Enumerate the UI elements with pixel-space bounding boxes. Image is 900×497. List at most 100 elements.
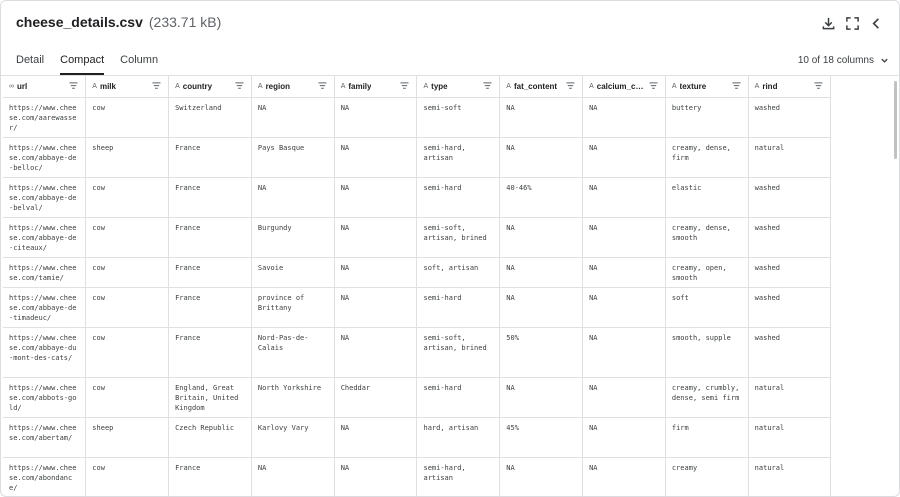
table-cell: 50% [499,327,584,378]
tab-compact[interactable]: Compact [60,47,105,75]
table-cell: Cheddar [334,377,418,418]
table-cell: natural [748,377,832,418]
column-type-icon: ∞ [9,82,14,90]
file-size: (233.71 kB) [148,14,222,30]
table-cell: NA [334,137,418,178]
table-cell: washed [748,177,832,218]
table-cell: NA [582,257,666,288]
table-cell: cow [85,257,170,288]
sort-icon[interactable] [814,82,824,90]
table-cell: NA [499,457,584,496]
column-type-icon: A [589,82,594,90]
table-cell: NA [251,97,335,138]
column-header[interactable]: Atype [416,76,501,98]
column-header[interactable]: Amilk [85,76,170,98]
column-header[interactable]: Afat_content [499,76,584,98]
column-header[interactable]: Acountry [168,76,252,98]
column-header[interactable]: Afamily [334,76,418,98]
table-row: https://www.cheese.com/abbaye-du-mont-de… [3,327,832,378]
table-cell: https://www.cheese.com/tamie/ [3,257,87,288]
table-cell: NA [582,137,666,178]
table-cell: NA [334,257,418,288]
table-cell: washed [748,97,832,138]
column-count-label: 10 of 18 columns [797,55,874,66]
column-header[interactable]: Arind [748,76,832,98]
sort-icon[interactable] [649,82,658,90]
table-cell: NA [582,327,666,378]
table-cell: https://www.cheese.com/abondance/ [3,457,87,496]
table-cell: semi-hard [416,287,501,328]
data-table: ∞ url Amilk Acountry Aregion Afamily Atype Afat… [3,76,832,496]
column-count-selector[interactable]: 10 of 18 columns [798,55,889,66]
table-cell: creamy [665,457,749,496]
sort-icon[interactable] [566,82,575,90]
table-cell: smooth, supple [665,327,749,378]
table-cell: NA [499,377,584,418]
sort-icon[interactable] [318,82,327,90]
table-cell: France [168,217,252,258]
table-cell: France [168,287,252,328]
column-type-icon: A [754,82,760,90]
table-cell: washed [748,257,832,288]
table-cell: https://www.cheese.com/abbaye-de-belval/ [3,177,87,218]
tab-detail[interactable]: Detail [16,47,44,75]
table-row: https://www.cheese.com/abertam/sheep Czec… [3,417,832,458]
column-type-icon: A [423,82,429,90]
table-cell: 40-46% [499,177,584,218]
download-icon[interactable] [819,14,837,32]
table-cell: NA [499,287,584,328]
table-cell: semi-soft, artisan, brined [416,217,501,258]
data-table-container: ∞ url Amilk Acountry Aregion Afamily Atype Afat… [3,76,832,496]
sort-icon[interactable] [732,82,741,90]
table-cell: England, Great Britain, United Kingdom [168,377,252,418]
column-type-icon: A [671,82,677,90]
sort-icon[interactable] [235,82,244,90]
sort-icon[interactable] [69,82,78,90]
table-cell: 45% [499,417,584,458]
table-cell: NA [582,417,666,458]
table-cell: https://www.cheese.com/aarewasser/ [3,97,87,138]
table-cell: Burgundy [251,217,335,258]
sort-icon[interactable] [152,82,161,90]
table-cell: NA [251,457,335,496]
column-type-icon: A [506,82,511,90]
table-cell: soft [665,287,749,328]
table-cell: NA [582,177,666,218]
chevron-down-icon [881,58,888,63]
table-cell: https://www.cheese.com/abbaye-de-belloc/ [3,137,87,178]
table-cell: sheep [85,137,170,178]
vertical-scrollbar[interactable] [894,81,897,159]
sort-icon[interactable] [400,82,410,90]
table-cell: washed [748,287,832,328]
column-label: rind [762,81,778,91]
column-label: region [265,81,291,91]
table-cell: cow [85,97,170,138]
table-cell: natural [748,457,832,496]
column-header[interactable]: ∞ url [3,76,87,98]
table-row: https://www.cheese.com/abbaye-de-belloc/… [3,137,832,178]
table-cell: cow [85,327,170,378]
table-cell: Nord-Pas-de-Calais [251,327,335,378]
table-cell: France [168,457,252,496]
table-row: https://www.cheese.com/abbots-gold/cow En… [3,377,832,418]
sort-icon[interactable] [483,82,492,90]
tab-column[interactable]: Column [120,47,158,75]
column-type-icon: A [257,82,263,90]
table-cell: creamy, dense, firm [665,137,749,178]
column-type-icon: A [340,82,346,90]
column-type-icon: A [92,82,97,90]
table-cell: semi-soft, artisan, brined [416,327,501,378]
table-cell: creamy, dense, smooth [665,217,749,258]
column-header[interactable]: Aregion [251,76,335,98]
column-header[interactable]: Atexture [665,76,749,98]
fullscreen-icon[interactable] [843,14,861,32]
file-header: cheese_details.csv (233.71 kB) [16,14,221,34]
column-label: url [17,81,28,91]
table-cell: NA [582,377,666,418]
table-cell: semi-hard [416,177,501,218]
table-cell: France [168,257,252,288]
column-header[interactable]: Acalcium_c… [582,76,666,98]
table-cell: NA [334,177,418,218]
chevron-left-icon[interactable] [867,14,885,32]
table-cell: washed [748,327,832,378]
